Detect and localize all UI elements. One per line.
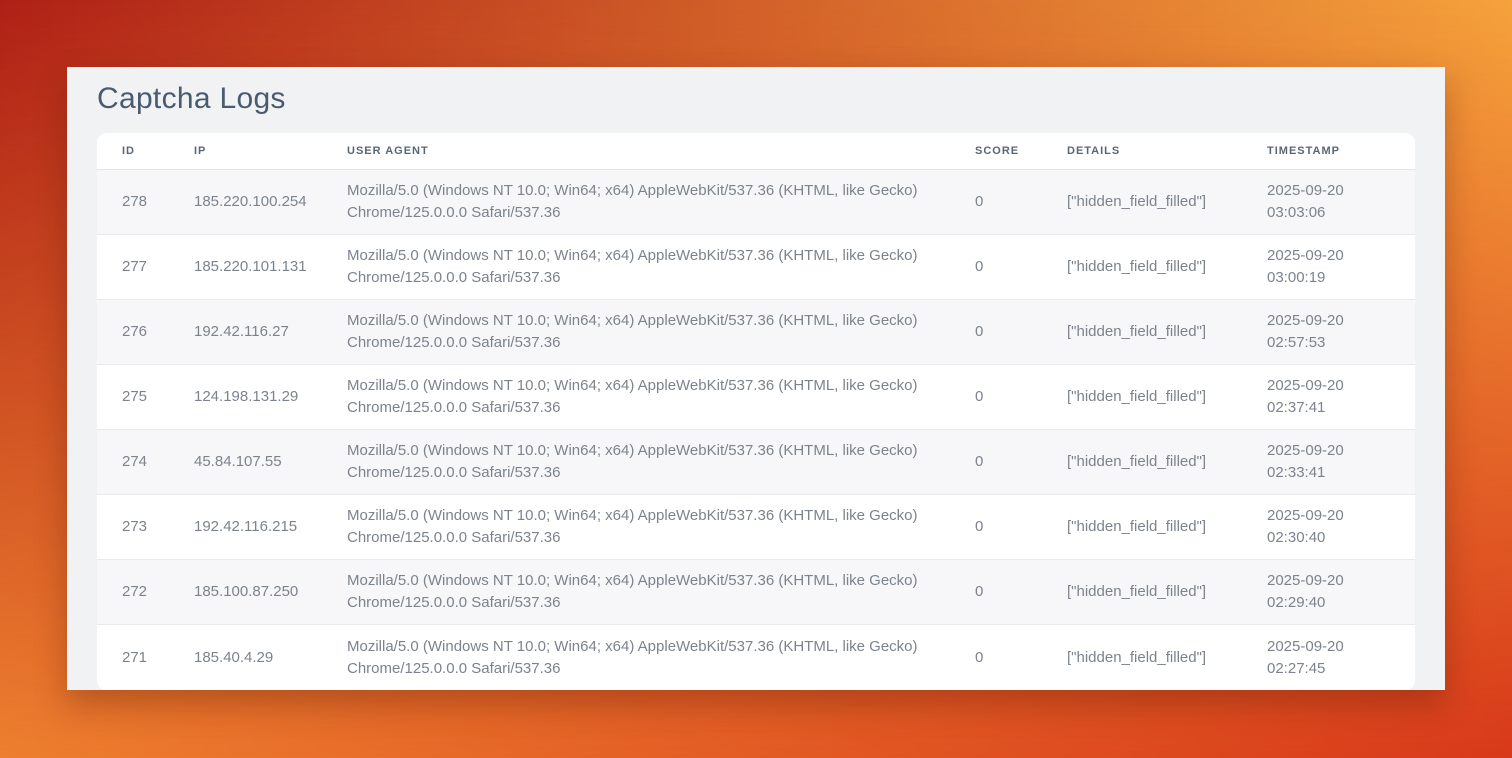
cell-score: 0 [975,430,1067,495]
cell-user-agent: Mozilla/5.0 (Windows NT 10.0; Win64; x64… [347,170,975,235]
cell-user-agent: Mozilla/5.0 (Windows NT 10.0; Win64; x64… [347,300,975,365]
cell-user-agent: Mozilla/5.0 (Windows NT 10.0; Win64; x64… [347,625,975,690]
cell-ip: 185.220.101.131 [194,235,347,300]
cell-score: 0 [975,625,1067,690]
column-header-ip: IP [194,133,347,170]
logs-table-container: ID IP USER AGENT SCORE DETAILS TIMESTAMP… [97,133,1415,690]
cell-ip: 185.100.87.250 [194,560,347,625]
table-row: 277185.220.101.131Mozilla/5.0 (Windows N… [97,235,1415,300]
cell-ip: 185.40.4.29 [194,625,347,690]
table-row: 278185.220.100.254Mozilla/5.0 (Windows N… [97,170,1415,235]
column-header-user-agent: USER AGENT [347,133,975,170]
captcha-logs-card: Captcha Logs ID IP USER AGENT SCORE DETA… [67,67,1445,690]
cell-timestamp: 2025-09-20 02:29:40 [1267,560,1415,625]
table-body: 278185.220.100.254Mozilla/5.0 (Windows N… [97,170,1415,690]
cell-id: 272 [97,560,194,625]
cell-score: 0 [975,235,1067,300]
table-row: 271185.40.4.29Mozilla/5.0 (Windows NT 10… [97,625,1415,690]
cell-details: ["hidden_field_filled"] [1067,625,1267,690]
cell-details: ["hidden_field_filled"] [1067,235,1267,300]
cell-details: ["hidden_field_filled"] [1067,495,1267,560]
cell-ip: 124.198.131.29 [194,365,347,430]
cell-score: 0 [975,365,1067,430]
cell-ip: 45.84.107.55 [194,430,347,495]
page-title: Captcha Logs [97,80,1415,118]
cell-id: 271 [97,625,194,690]
cell-timestamp: 2025-09-20 02:57:53 [1267,300,1415,365]
cell-user-agent: Mozilla/5.0 (Windows NT 10.0; Win64; x64… [347,430,975,495]
table-header: ID IP USER AGENT SCORE DETAILS TIMESTAMP [97,133,1415,170]
cell-id: 277 [97,235,194,300]
cell-user-agent: Mozilla/5.0 (Windows NT 10.0; Win64; x64… [347,365,975,430]
cell-score: 0 [975,560,1067,625]
table-row: 273192.42.116.215Mozilla/5.0 (Windows NT… [97,495,1415,560]
cell-timestamp: 2025-09-20 03:00:19 [1267,235,1415,300]
column-header-timestamp: TIMESTAMP [1267,133,1415,170]
column-header-details: DETAILS [1067,133,1267,170]
cell-timestamp: 2025-09-20 02:30:40 [1267,495,1415,560]
cell-details: ["hidden_field_filled"] [1067,430,1267,495]
cell-id: 273 [97,495,194,560]
cell-timestamp: 2025-09-20 02:33:41 [1267,430,1415,495]
logs-table: ID IP USER AGENT SCORE DETAILS TIMESTAMP… [97,133,1415,690]
cell-id: 278 [97,170,194,235]
cell-timestamp: 2025-09-20 02:27:45 [1267,625,1415,690]
cell-id: 275 [97,365,194,430]
table-row: 275124.198.131.29Mozilla/5.0 (Windows NT… [97,365,1415,430]
cell-details: ["hidden_field_filled"] [1067,365,1267,430]
cell-details: ["hidden_field_filled"] [1067,560,1267,625]
cell-ip: 192.42.116.215 [194,495,347,560]
table-row: 27445.84.107.55Mozilla/5.0 (Windows NT 1… [97,430,1415,495]
cell-score: 0 [975,300,1067,365]
cell-id: 276 [97,300,194,365]
cell-user-agent: Mozilla/5.0 (Windows NT 10.0; Win64; x64… [347,235,975,300]
cell-user-agent: Mozilla/5.0 (Windows NT 10.0; Win64; x64… [347,495,975,560]
cell-user-agent: Mozilla/5.0 (Windows NT 10.0; Win64; x64… [347,560,975,625]
cell-details: ["hidden_field_filled"] [1067,170,1267,235]
table-row: 276192.42.116.27Mozilla/5.0 (Windows NT … [97,300,1415,365]
cell-timestamp: 2025-09-20 03:03:06 [1267,170,1415,235]
cell-details: ["hidden_field_filled"] [1067,300,1267,365]
column-header-id: ID [97,133,194,170]
cell-ip: 192.42.116.27 [194,300,347,365]
cell-timestamp: 2025-09-20 02:37:41 [1267,365,1415,430]
table-header-row: ID IP USER AGENT SCORE DETAILS TIMESTAMP [97,133,1415,170]
cell-id: 274 [97,430,194,495]
cell-score: 0 [975,495,1067,560]
column-header-score: SCORE [975,133,1067,170]
cell-ip: 185.220.100.254 [194,170,347,235]
table-row: 272185.100.87.250Mozilla/5.0 (Windows NT… [97,560,1415,625]
cell-score: 0 [975,170,1067,235]
